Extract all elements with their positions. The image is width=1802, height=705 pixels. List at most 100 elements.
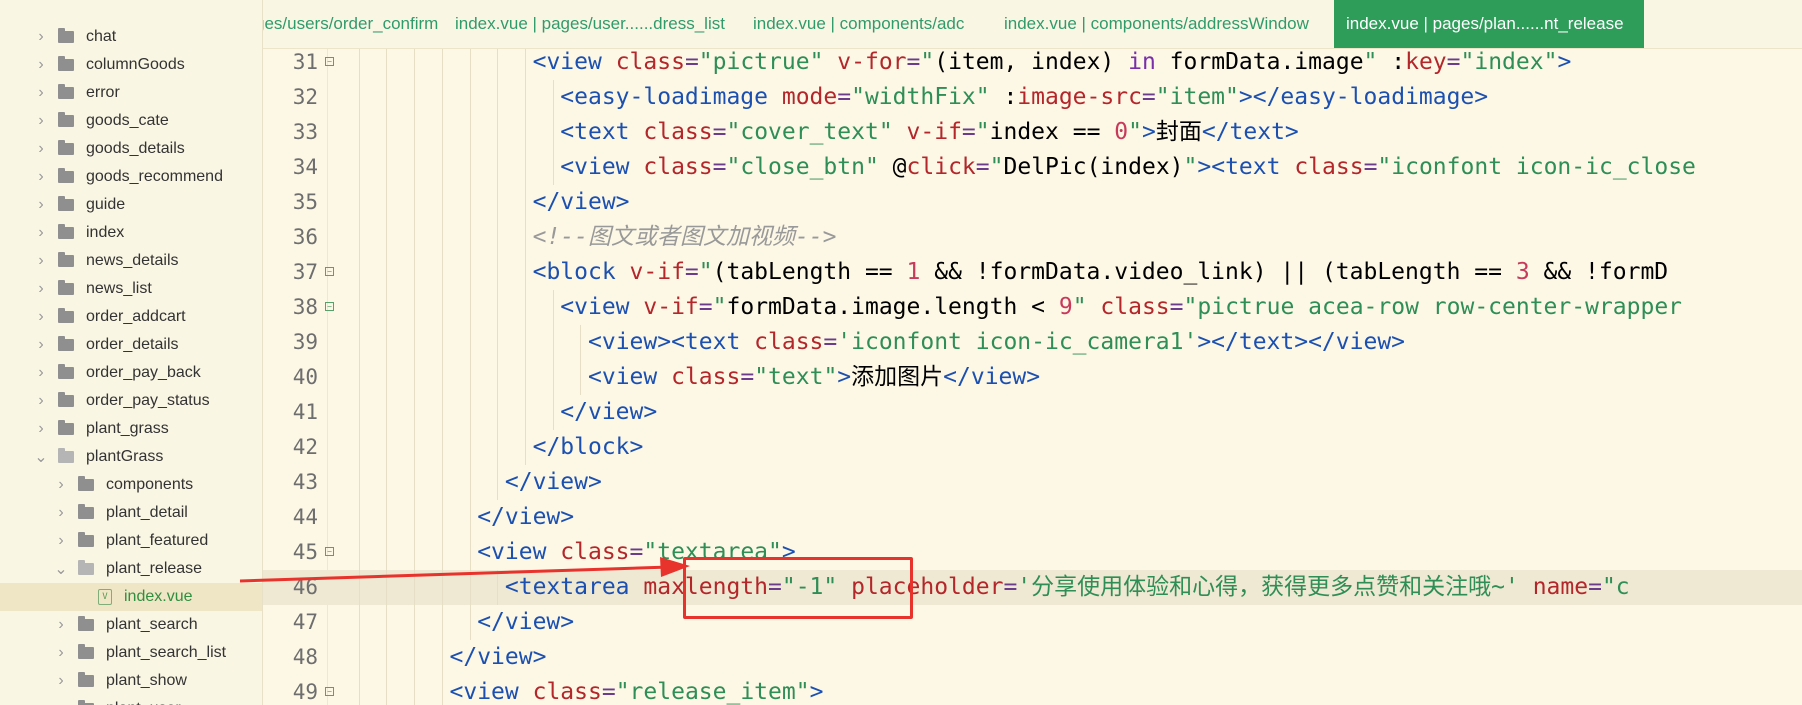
folder-icon	[58, 56, 74, 71]
folder-item-order-pay-status[interactable]: › order_pay_status	[0, 387, 262, 415]
code-line[interactable]: 47 </view>	[263, 605, 1802, 640]
chevron-down-icon[interactable]: ⌄	[54, 561, 68, 578]
indent-guide	[524, 360, 526, 395]
chevron-right-icon[interactable]: ›	[54, 476, 68, 493]
code-line[interactable]: 42 </block>	[263, 430, 1802, 465]
indent-guide	[441, 360, 443, 395]
chevron-right-icon[interactable]: ›	[54, 644, 68, 661]
code-token: "	[975, 119, 990, 145]
folder-item-plant-show[interactable]: › plant_show	[0, 667, 262, 695]
chevron-right-icon[interactable]: ›	[34, 336, 48, 353]
folder-icon	[58, 280, 74, 295]
code-token: "iconfont icon-ic_close	[1377, 154, 1696, 180]
folder-item-plant-release[interactable]: ⌄ plant_release	[0, 555, 262, 583]
code-token: "	[698, 259, 713, 285]
chevron-right-icon[interactable]: ›	[34, 224, 48, 241]
folder-item-index[interactable]: › index	[0, 219, 262, 247]
chevron-right-icon[interactable]: ›	[34, 420, 48, 437]
line-number: 39	[292, 330, 318, 354]
code-token: "cover_text"	[726, 119, 893, 145]
editor-tab[interactable]: index.vue | pages/plan......nt_release	[1334, 0, 1644, 48]
fold-toggle-icon[interactable]: −	[325, 57, 334, 66]
indent-guide	[469, 430, 471, 465]
folder-item-plant-featured[interactable]: › plant_featured	[0, 527, 262, 555]
chevron-right-icon[interactable]: ›	[54, 616, 68, 633]
chevron-right-icon[interactable]: ›	[34, 168, 48, 185]
code-token: 0	[1114, 119, 1129, 145]
folder-item-plant-detail[interactable]: › plant_detail	[0, 499, 262, 527]
code-line[interactable]: 34 <view class="close_btn" @click="DelPic…	[263, 150, 1802, 185]
code-line[interactable]: 39 <view><text class='iconfont icon-ic_ca…	[263, 325, 1802, 360]
chevron-right-icon[interactable]: ›	[34, 308, 48, 325]
chevron-right-icon[interactable]: ›	[54, 532, 68, 549]
code-line[interactable]: 35 </view>	[263, 185, 1802, 220]
indent-guide	[497, 115, 499, 150]
chevron-right-icon[interactable]: ›	[34, 84, 48, 101]
code-line[interactable]: 41 </view>	[263, 395, 1802, 430]
folder-item-goods-details[interactable]: › goods_details	[0, 135, 262, 163]
chevron-right-icon[interactable]: ›	[34, 196, 48, 213]
code-line[interactable]: 43 </view>	[263, 465, 1802, 500]
code-line[interactable]: 37− <block v-if="(tabLength == 1 && !form…	[263, 255, 1802, 290]
code-token: </view>	[943, 364, 1041, 390]
code-token: ></easy-loadimage>	[1238, 84, 1489, 110]
code-editor[interactable]: 31− <view class="pictrue" v-for="(item, i…	[263, 49, 1802, 705]
code-line[interactable]: 44 </view>	[263, 500, 1802, 535]
code-line[interactable]: 38− <view v-if="formData.image.length < 9…	[263, 290, 1802, 325]
folder-item-order-pay-back[interactable]: › order_pay_back	[0, 359, 262, 387]
code-line[interactable]: 33 <text class="cover_text" v-if="index =…	[263, 115, 1802, 150]
chevron-right-icon[interactable]: ›	[34, 56, 48, 73]
folder-item-plant-grass[interactable]: › plant_grass	[0, 415, 262, 443]
folder-item-plant-user[interactable]: ›plant_user	[0, 695, 262, 705]
folder-item-error[interactable]: › error	[0, 79, 262, 107]
editor-tab[interactable]: index.vue | pages/user......dress_list	[455, 0, 725, 48]
code-token: "	[712, 294, 727, 320]
code-line[interactable]: 48 </view>	[263, 640, 1802, 675]
indent-guide	[524, 115, 526, 150]
folder-item-plant-search[interactable]: › plant_search	[0, 611, 262, 639]
file-item-index-vue[interactable]: Vindex.vue	[0, 583, 262, 611]
indent-guide	[358, 185, 360, 220]
folder-item-components[interactable]: › components	[0, 471, 262, 499]
chevron-right-icon[interactable]: ›	[34, 28, 48, 45]
folder-item-plant-search-list[interactable]: › plant_search_list	[0, 639, 262, 667]
folder-item-plantgrass[interactable]: ⌄ plantGrass	[0, 443, 262, 471]
folder-item-news-list[interactable]: › news_list	[0, 275, 262, 303]
indent-guide	[469, 220, 471, 255]
folder-item-goods-cate[interactable]: › goods_cate	[0, 107, 262, 135]
folder-item-guide[interactable]: › guide	[0, 191, 262, 219]
folder-item-order-addcart[interactable]: › order_addcart	[0, 303, 262, 331]
fold-toggle-icon[interactable]: −	[325, 302, 334, 311]
code-token: DelPic(index)	[1003, 154, 1184, 180]
code-line[interactable]: 40 <view class="text">添加图片</view>	[263, 360, 1802, 395]
editor-tab[interactable]: index.vue | components/adc	[753, 0, 964, 48]
indent-guide	[497, 80, 499, 115]
indent-guide	[358, 220, 360, 255]
chevron-right-icon[interactable]: ›	[34, 364, 48, 381]
code-line[interactable]: 49− <view class="release_item">	[263, 675, 1802, 705]
chevron-right-icon[interactable]: ›	[34, 252, 48, 269]
code-line[interactable]: 36 <!--图文或者图文加视频-->	[263, 220, 1802, 255]
code-line[interactable]: 31− <view class="pictrue" v-for="(item, i…	[263, 49, 1802, 80]
fold-toggle-icon[interactable]: −	[325, 267, 334, 276]
chevron-right-icon[interactable]: ›	[54, 504, 68, 521]
folder-item-news-details[interactable]: › news_details	[0, 247, 262, 275]
code-token: "	[1072, 294, 1087, 320]
chevron-right-icon[interactable]: ›	[34, 392, 48, 409]
folder-item-goods-recommend[interactable]: › goods_recommend	[0, 163, 262, 191]
fold-toggle-icon[interactable]: −	[325, 687, 334, 696]
chevron-right-icon[interactable]: ›	[34, 140, 48, 157]
folder-item-columngoods[interactable]: › columnGoods	[0, 51, 262, 79]
chevron-right-icon[interactable]: ›	[34, 280, 48, 297]
code-text: </view>	[477, 605, 574, 640]
chevron-right-icon[interactable]: ›	[34, 112, 48, 129]
editor-tab[interactable]: index.vue | components/addressWindow	[1004, 0, 1309, 48]
indent-guide	[441, 430, 443, 465]
chevron-right-icon[interactable]: ›	[54, 672, 68, 689]
folder-item-order-details[interactable]: › order_details	[0, 331, 262, 359]
chevron-down-icon[interactable]: ⌄	[34, 449, 48, 466]
folder-item-chat[interactable]: › chat	[0, 23, 262, 51]
editor-tab[interactable]: ges/users/order_confirm	[263, 0, 438, 48]
code-line[interactable]: 32 <easy-loadimage mode="widthFix" :image…	[263, 80, 1802, 115]
